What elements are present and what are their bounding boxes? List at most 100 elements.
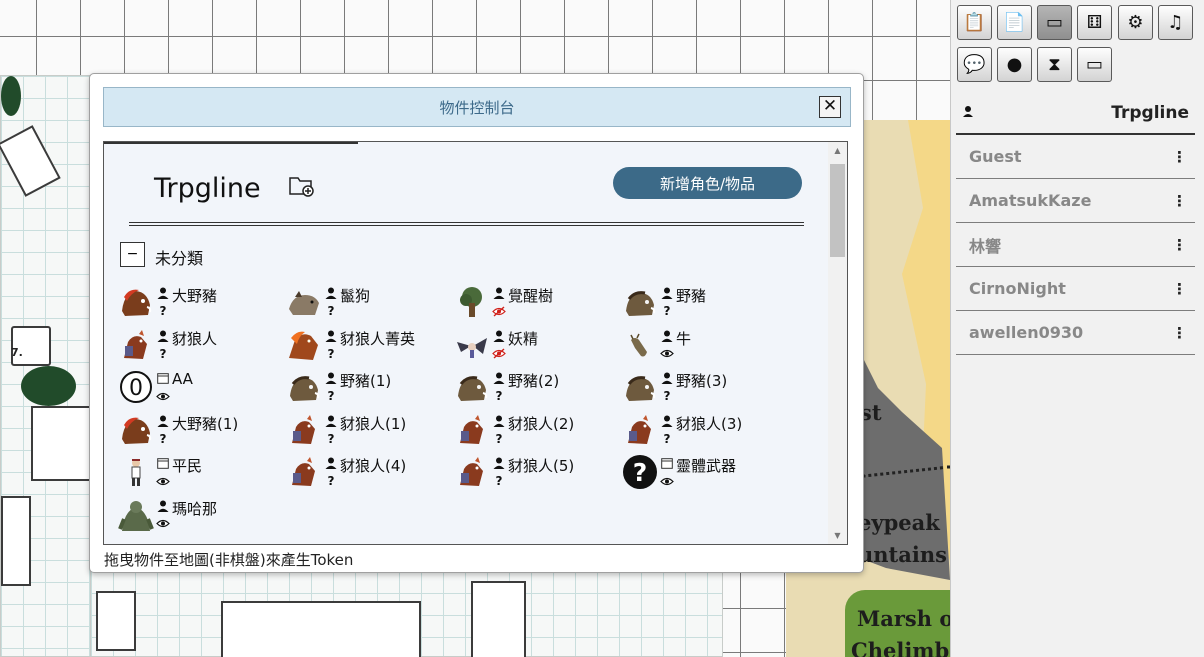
object-avatar-zero-circle[interactable]: 0 xyxy=(118,369,154,405)
object-item[interactable]: ? 大野豬(1) xyxy=(118,410,283,450)
object-item[interactable]: 覺醒樹 xyxy=(454,282,619,322)
unknown-visibility-icon[interactable]: ? xyxy=(328,388,335,404)
object-avatar-gnoll[interactable] xyxy=(454,454,490,490)
person-icon[interactable] xyxy=(157,498,169,514)
object-avatar-hyena[interactable] xyxy=(286,284,322,320)
visible-eye-icon[interactable] xyxy=(156,473,170,489)
unknown-visibility-icon[interactable]: ? xyxy=(328,303,335,319)
object-avatar-tree[interactable] xyxy=(454,284,490,320)
unknown-visibility-icon[interactable]: ? xyxy=(328,473,335,489)
user-row[interactable]: Guest ⋮ xyxy=(956,135,1195,179)
object-item[interactable]: 0 AA xyxy=(118,367,283,407)
object-item[interactable]: ? 大野豬 xyxy=(118,282,283,322)
object-item[interactable]: 平民 xyxy=(118,452,283,492)
person-icon[interactable] xyxy=(661,285,673,301)
timer-button[interactable]: ⧗ xyxy=(1037,47,1072,82)
clipboard-lock-button[interactable]: 📄 xyxy=(997,5,1032,40)
unknown-visibility-icon[interactable]: ? xyxy=(160,346,167,362)
music-button[interactable]: ♫ xyxy=(1158,5,1193,40)
person-icon[interactable] xyxy=(157,413,169,429)
object-item[interactable]: ? 野豬(1) xyxy=(286,367,451,407)
object-avatar-troll[interactable] xyxy=(118,497,154,533)
object-item[interactable]: 瑪哈那 xyxy=(118,495,283,535)
scroll-up-icon[interactable]: ▲ xyxy=(828,146,847,155)
person-icon[interactable] xyxy=(325,285,337,301)
person-icon[interactable] xyxy=(325,455,337,471)
object-item[interactable]: ? 豺狼人菁英 xyxy=(286,325,451,365)
hidden-eye-icon[interactable] xyxy=(492,303,506,319)
object-avatar-gnoll[interactable] xyxy=(286,454,322,490)
more-options-icon[interactable]: ⋮ xyxy=(1172,236,1187,254)
unknown-visibility-icon[interactable]: ? xyxy=(664,388,671,404)
unknown-visibility-icon[interactable]: ? xyxy=(664,431,671,447)
close-button[interactable]: ✕ xyxy=(819,96,841,118)
object-avatar-gnoll[interactable] xyxy=(118,327,154,363)
unknown-visibility-icon[interactable]: ? xyxy=(496,473,503,489)
scroll-down-icon[interactable]: ▼ xyxy=(828,531,847,540)
unknown-visibility-icon[interactable]: ? xyxy=(496,431,503,447)
visible-eye-icon[interactable] xyxy=(660,473,674,489)
object-avatar-boar-red[interactable] xyxy=(118,284,154,320)
object-avatar-cow[interactable] xyxy=(622,327,658,363)
unknown-visibility-icon[interactable]: ? xyxy=(160,431,167,447)
object-item[interactable]: ? 豺狼人(1) xyxy=(286,410,451,450)
item-box-icon[interactable] xyxy=(157,455,169,471)
object-item[interactable]: ? 野豬(2) xyxy=(454,367,619,407)
object-item[interactable]: ? 靈體武器 xyxy=(622,452,787,492)
unknown-visibility-icon[interactable]: ? xyxy=(160,303,167,319)
object-avatar-commoner[interactable] xyxy=(118,454,154,490)
person-icon[interactable] xyxy=(325,370,337,386)
object-avatar-boar-red[interactable] xyxy=(118,412,154,448)
more-options-icon[interactable]: ⋮ xyxy=(1172,192,1187,210)
object-avatar-gnoll[interactable] xyxy=(454,412,490,448)
item-box-icon[interactable] xyxy=(157,370,169,386)
person-icon[interactable] xyxy=(493,413,505,429)
user-row[interactable]: CirnoNight ⋮ xyxy=(956,267,1195,311)
person-icon[interactable] xyxy=(325,328,337,344)
more-options-icon[interactable]: ⋮ xyxy=(1172,148,1187,166)
visible-eye-icon[interactable] xyxy=(156,388,170,404)
person-icon[interactable] xyxy=(661,328,673,344)
visible-eye-icon[interactable] xyxy=(660,346,674,362)
user-row[interactable]: AmatsukKaze ⋮ xyxy=(956,179,1195,223)
object-item[interactable]: ? 豺狼人 xyxy=(118,325,283,365)
object-item[interactable]: ? 豺狼人(4) xyxy=(286,452,451,492)
user-row[interactable]: awellen0930 ⋮ xyxy=(956,311,1195,355)
unknown-visibility-icon[interactable]: ? xyxy=(328,431,335,447)
object-avatar-gnoll[interactable] xyxy=(286,412,322,448)
object-avatar-boar[interactable] xyxy=(622,369,658,405)
add-character-item-button[interactable]: 新增角色/物品 xyxy=(613,167,802,199)
visible-eye-icon[interactable] xyxy=(156,516,170,532)
person-icon[interactable] xyxy=(157,328,169,344)
unknown-visibility-icon[interactable]: ? xyxy=(496,388,503,404)
hidden-eye-icon[interactable] xyxy=(492,346,506,362)
person-icon[interactable] xyxy=(661,370,673,386)
object-avatar-boar[interactable] xyxy=(622,284,658,320)
more-options-icon[interactable]: ⋮ xyxy=(1172,324,1187,342)
object-item[interactable]: ? 鬣狗 xyxy=(286,282,451,322)
archive-box-button[interactable]: ▭ xyxy=(1037,5,1072,40)
person-icon[interactable] xyxy=(661,413,673,429)
object-avatar-fairy[interactable] xyxy=(454,327,490,363)
collapse-category-button[interactable]: − xyxy=(120,242,145,267)
person-icon[interactable] xyxy=(493,285,505,301)
person-icon[interactable] xyxy=(325,413,337,429)
object-avatar-boar[interactable] xyxy=(286,369,322,405)
object-item[interactable]: 妖精 xyxy=(454,325,619,365)
object-avatar-question-circle[interactable]: ? xyxy=(622,454,658,490)
object-item[interactable]: ? 野豬 xyxy=(622,282,787,322)
user-row[interactable]: 林響 ⋮ xyxy=(956,223,1195,267)
dialog-titlebar[interactable]: 物件控制台 ✕ xyxy=(103,87,851,127)
settings-button[interactable]: ⚙ xyxy=(1118,5,1153,40)
unknown-visibility-icon[interactable]: ? xyxy=(328,346,335,362)
person-icon[interactable] xyxy=(493,370,505,386)
object-item[interactable]: 牛 xyxy=(622,325,787,365)
object-item[interactable]: ? 豺狼人(3) xyxy=(622,410,787,450)
dice-button[interactable]: ⚅ xyxy=(1077,5,1112,40)
character-button[interactable]: ● xyxy=(997,47,1032,82)
object-item[interactable]: ? 野豬(3) xyxy=(622,367,787,407)
panel-scrollbar[interactable]: ▲ ▼ xyxy=(828,142,847,544)
object-item[interactable]: ? 豺狼人(2) xyxy=(454,410,619,450)
chat-button[interactable]: 💬 xyxy=(957,47,992,82)
scrollbar-thumb[interactable] xyxy=(830,164,845,257)
